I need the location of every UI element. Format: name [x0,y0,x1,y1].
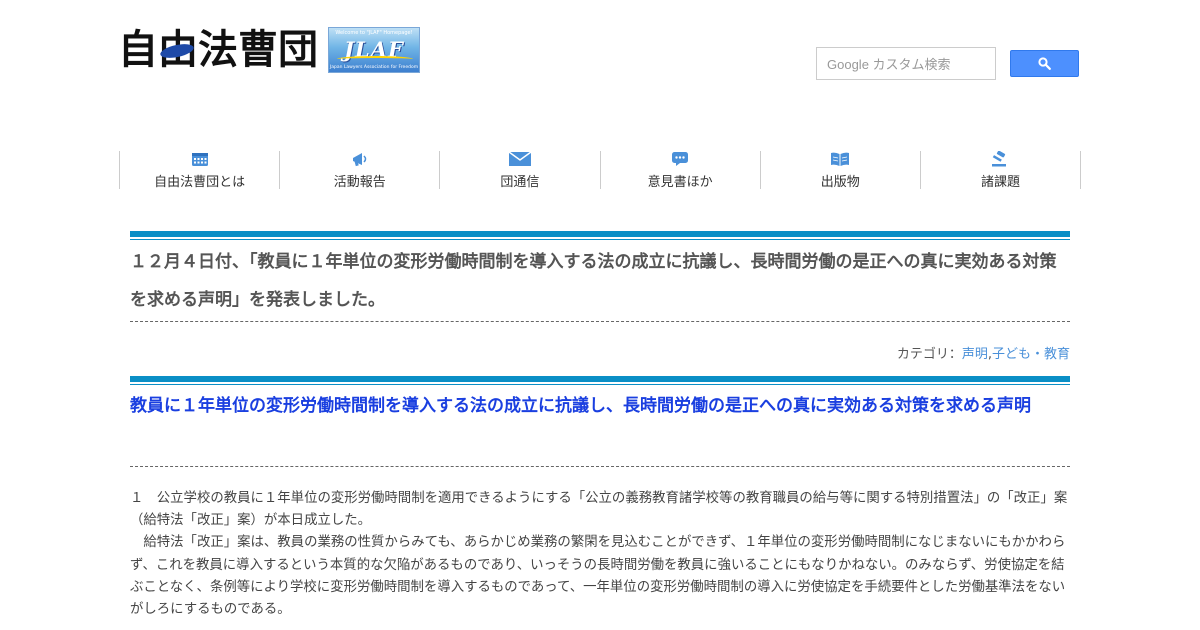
search-icon [1038,57,1051,70]
nav-label: 諸課題 [980,175,1020,190]
nav-label: 団通信 [500,175,540,190]
nav-item-about[interactable]: 自由法曹団とは [120,151,281,190]
speech-bubble-icon [672,152,689,166]
calendar-icon [191,153,208,166]
article-body: １ 公立学校の教員に１年単位の変形労働時間制を適用できるようにする「公立の義務教… [130,488,1070,621]
search-placeholder: Google カスタム検索 [827,57,951,72]
logo-text: 自由法曹団 [118,27,318,73]
nav-label: 自由法曹団とは [154,175,246,190]
search-input[interactable]: Google カスタム検索 [816,47,996,80]
search-bar: Google カスタム検索 [816,47,1079,80]
article-paragraph: 給特法「改正」案は、教員の業務の性質からみても、あらかじめ業務の繁閑を見込むこと… [130,535,1066,618]
category-link-statement[interactable]: 声明 [962,347,988,362]
main-nav: 自由法曹団とは 活動報告 団通信 意見書ほか 出版物 諸課題 [119,151,1082,190]
article-title-rule-thick [130,376,1070,382]
gavel-icon [992,151,1007,167]
post-title-rule-thin [130,239,1070,240]
post-title: １２月４日付、「教員に１年単位の変形労働時間制を導入する法の成立に抗議し、長時間… [130,252,1057,310]
nav-label: 活動報告 [333,175,386,190]
article-title-divider [130,466,1070,467]
article-title: 教員に１年単位の変形労働時間制を導入する法の成立に抗議し、長時間労働の是正への真… [130,396,1031,416]
nav-item-opinions[interactable]: 意見書ほか [601,151,761,190]
logo-wordmark: 自由法曹団 [118,27,318,73]
category-line: カテゴリ：声明,子ども・教育 [897,343,1070,362]
site-logo[interactable]: 自由法曹団 Welcome to "JLAF" Homepage! JLAF J… [118,27,420,73]
search-button[interactable] [1010,50,1079,77]
nav-item-newsletter[interactable]: 団通信 [440,151,601,190]
article-paragraph: １ 公立学校の教員に１年単位の変形労働時間制を適用できるようにする「公立の義務教… [130,491,1068,529]
megaphone-icon [352,153,366,167]
nav-item-activity-reports[interactable]: 活動報告 [280,151,441,190]
nav-item-issues[interactable]: 諸課題 [921,151,1082,190]
book-icon [831,152,850,166]
nav-label: 意見書ほか [647,175,713,190]
jlaf-badge-top-text: Welcome to "JLAF" Homepage! [335,30,413,36]
jlaf-badge[interactable]: Welcome to "JLAF" Homepage! JLAF Japan L… [328,27,420,73]
category-label: カテゴリ： [896,347,962,362]
nav-label: 出版物 [820,175,860,190]
post-title-divider [130,321,1070,322]
post-title-rule-thick [130,231,1070,237]
envelope-icon [508,151,532,166]
jlaf-badge-sub-text: Japan Lawyers Association for Freedom [329,65,419,70]
category-link-children-education[interactable]: 子ども・教育 [992,347,1070,362]
nav-item-publications[interactable]: 出版物 [761,151,921,190]
jlaf-swoosh [337,56,413,62]
article-title-rule-thin [130,384,1070,385]
